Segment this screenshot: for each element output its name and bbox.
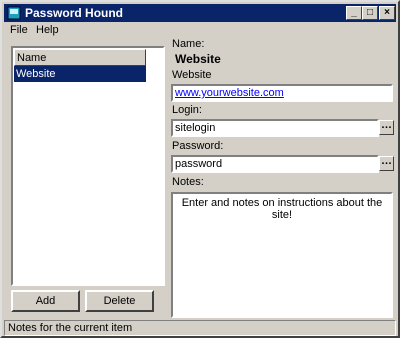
ellipsis-icon: … bbox=[381, 155, 392, 167]
list-header-name[interactable]: Name bbox=[14, 49, 146, 66]
login-value: sitelogin bbox=[175, 122, 216, 134]
close-button[interactable]: × bbox=[379, 6, 395, 20]
menu-file[interactable]: File bbox=[10, 24, 28, 36]
password-field[interactable]: password bbox=[171, 155, 379, 173]
name-value: Website bbox=[175, 52, 221, 66]
password-value: password bbox=[175, 158, 223, 170]
menu-help[interactable]: Help bbox=[36, 24, 59, 36]
login-more-button[interactable]: … bbox=[379, 120, 394, 135]
minimize-icon: _ bbox=[351, 7, 357, 18]
list-item[interactable]: Website bbox=[14, 66, 146, 82]
maximize-button[interactable]: □ bbox=[362, 6, 378, 20]
title-bar[interactable]: Password Hound _ □ × bbox=[4, 4, 396, 22]
website-field[interactable]: www.yourwebsite.com bbox=[171, 84, 393, 102]
notes-text: Enter and notes on instructions about th… bbox=[181, 197, 383, 221]
app-icon bbox=[7, 6, 21, 20]
main-window: Password Hound _ □ × File Help Name Webs… bbox=[0, 0, 400, 338]
ellipsis-icon: … bbox=[381, 119, 392, 131]
maximize-icon: □ bbox=[366, 7, 374, 18]
notes-textarea[interactable]: Enter and notes on instructions about th… bbox=[171, 192, 393, 318]
add-button[interactable]: Add bbox=[11, 290, 80, 312]
notes-label: Notes: bbox=[172, 176, 204, 188]
delete-button[interactable]: Delete bbox=[85, 290, 154, 312]
website-link[interactable]: www.yourwebsite.com bbox=[175, 87, 284, 99]
name-label: Name: bbox=[172, 38, 205, 50]
status-bar: Notes for the current item bbox=[4, 320, 396, 336]
login-field[interactable]: sitelogin bbox=[171, 119, 379, 137]
close-icon: × bbox=[384, 7, 390, 18]
status-text: Notes for the current item bbox=[8, 322, 133, 334]
password-more-button[interactable]: … bbox=[379, 156, 394, 171]
login-label: Login: bbox=[172, 104, 202, 116]
minimize-button[interactable]: _ bbox=[346, 6, 362, 20]
password-label: Password: bbox=[172, 140, 224, 152]
website-label: Website bbox=[172, 69, 212, 81]
window-title: Password Hound bbox=[25, 6, 124, 20]
item-list[interactable]: Name Website bbox=[11, 46, 165, 286]
